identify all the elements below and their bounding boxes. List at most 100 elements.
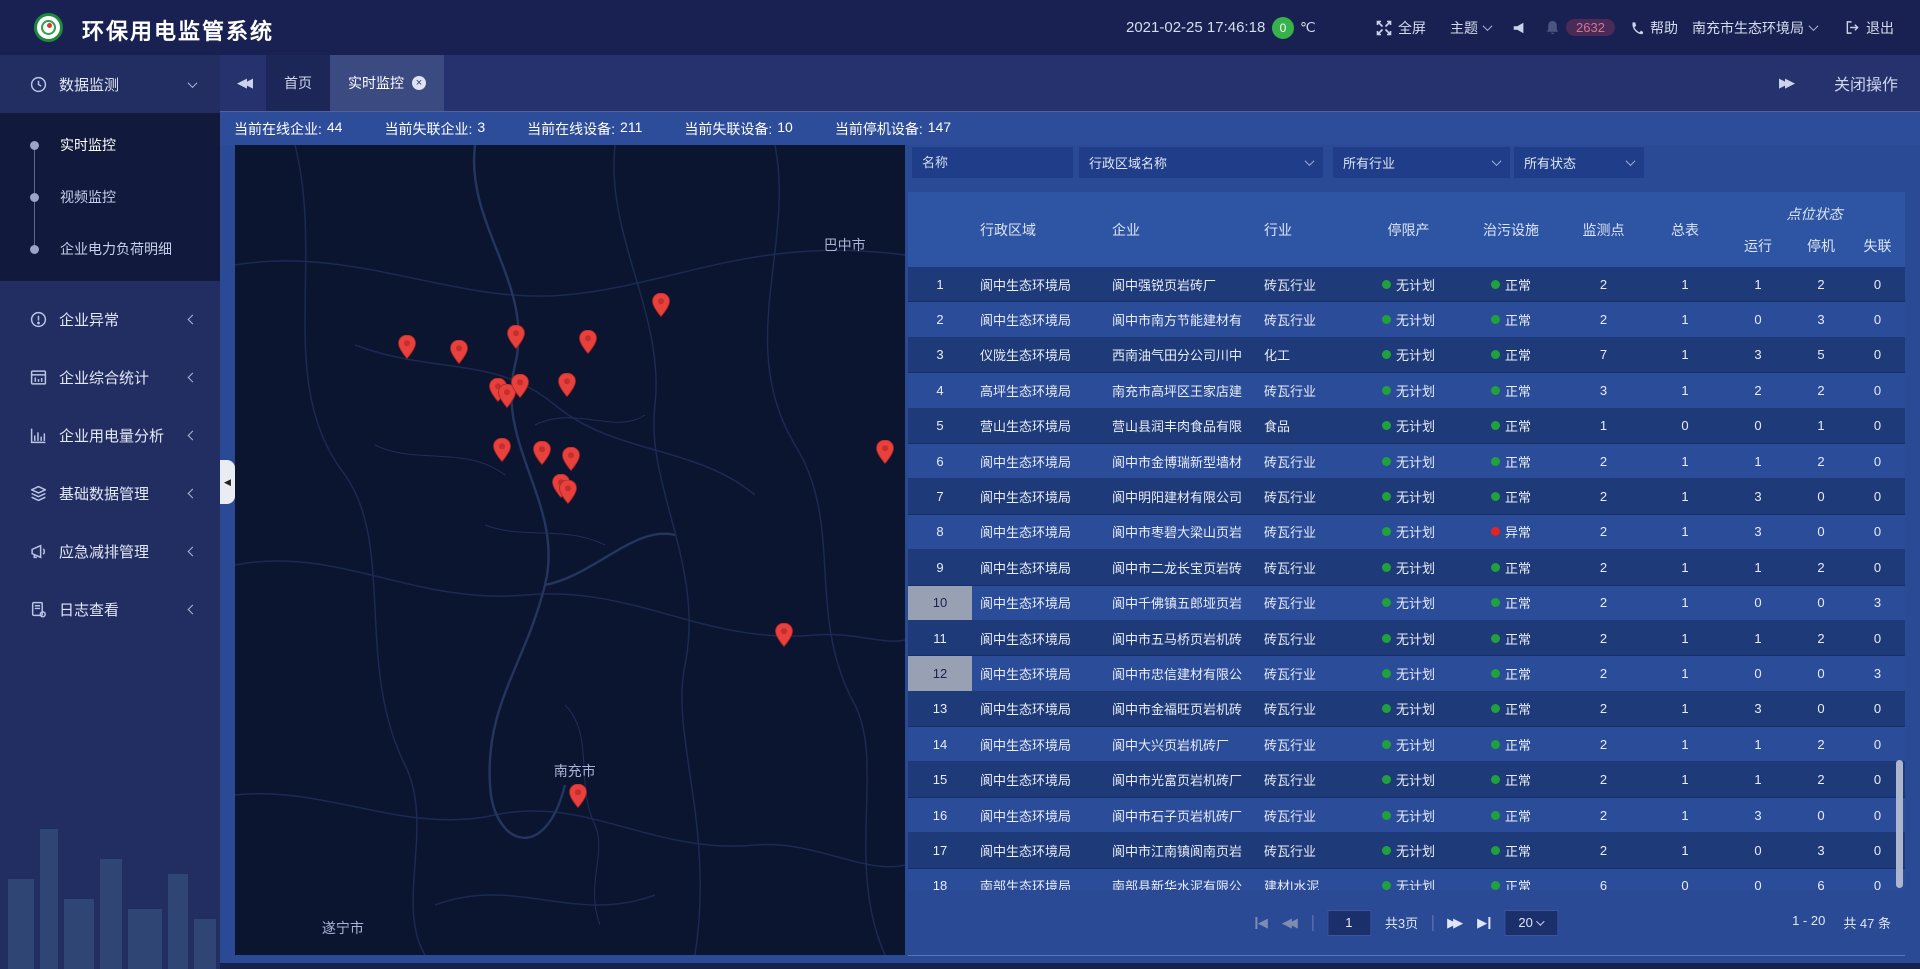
- cell-stop: 0: [1792, 586, 1850, 620]
- table-row[interactable]: 1阆中生态环境局阆中强锐页岩砖厂砖瓦行业无计划正常21120: [908, 267, 1905, 302]
- temperature-unit: ℃: [1300, 19, 1316, 36]
- table-row[interactable]: 9阆中生态环境局阆中市二龙长宝页岩砖砖瓦行业无计划正常21120: [908, 550, 1905, 585]
- limit-status: 无计划: [1356, 444, 1461, 478]
- sidebar-group-base-data[interactable]: 基础数据管理: [0, 464, 220, 522]
- industry-select[interactable]: 所有行业: [1333, 147, 1510, 178]
- last-page-button[interactable]: ▶: [1477, 915, 1490, 931]
- prev-page-button[interactable]: ◀◀: [1282, 915, 1298, 931]
- theme-menu-button[interactable]: 主题: [1450, 0, 1491, 55]
- row-index: 9: [908, 550, 972, 584]
- row-index: 16: [908, 798, 972, 832]
- cell-company: 阆中市五马桥页岩机砖: [1104, 621, 1256, 655]
- name-search-field[interactable]: [912, 147, 1073, 178]
- sidebar-item-label: 企业电力负荷明细: [60, 239, 172, 259]
- cell-company: 阆中强锐页岩砖厂: [1104, 267, 1256, 301]
- cell-region: 营山生态环境局: [972, 409, 1104, 443]
- table-row[interactable]: 5营山生态环境局营山县润丰肉食品有限食品无计划正常10010: [908, 409, 1905, 444]
- cell-lost: 0: [1850, 302, 1905, 336]
- column-header-limit: 停限产: [1356, 192, 1461, 267]
- page-size-select[interactable]: 20: [1504, 910, 1558, 936]
- cell-run: 0: [1724, 302, 1792, 336]
- cell-stop: 2: [1792, 762, 1850, 796]
- sidebar-item-video-monitor[interactable]: 视频监控: [0, 171, 220, 223]
- help-button[interactable]: 帮助: [1630, 0, 1678, 55]
- cell-run: 1: [1724, 621, 1792, 655]
- next-page-button[interactable]: ▶▶: [1447, 915, 1463, 931]
- tab-realtime-monitor[interactable]: 实时监控 ×: [330, 55, 444, 111]
- table-row[interactable]: 6阆中生态环境局阆中市金博瑞新型墙材砖瓦行业无计划正常21120: [908, 444, 1905, 479]
- table-row[interactable]: 17阆中生态环境局阆中市江南镇阆南页岩砖瓦行业无计划正常21030: [908, 833, 1905, 868]
- table-row[interactable]: 10阆中生态环境局阆中千佛镇五郎垭页岩砖瓦行业无计划正常21003: [908, 586, 1905, 621]
- cell-company: 阆中市金福旺页岩机砖: [1104, 692, 1256, 726]
- sidebar-group-enterprise-stats[interactable]: 企业综合统计: [0, 348, 220, 406]
- cell-lost: 0: [1850, 692, 1905, 726]
- close-operations-button[interactable]: 关闭操作: [1834, 71, 1898, 95]
- sidebar-group-label: 企业综合统计: [59, 367, 149, 388]
- table-row[interactable]: 14阆中生态环境局阆中大兴页岩机砖厂砖瓦行业无计划正常21120: [908, 727, 1905, 762]
- cell-industry: 砖瓦行业: [1256, 515, 1356, 549]
- limit-status: 无计划: [1356, 656, 1461, 690]
- org-menu-button[interactable]: 南充市生态环境局: [1692, 0, 1817, 55]
- mute-button[interactable]: [1512, 0, 1526, 55]
- row-index: 18: [908, 869, 972, 890]
- table-row[interactable]: 4高坪生态环境局南充市高坪区王家店建砖瓦行业无计划正常31220: [908, 373, 1905, 408]
- cell-stop: 3: [1792, 833, 1850, 867]
- facility-status: 正常: [1461, 373, 1561, 407]
- tab-bar: ◀◀ 首页 实时监控 × ▶▶ 关闭操作: [220, 55, 1920, 112]
- page-number-input[interactable]: [1327, 910, 1371, 936]
- map-canvas[interactable]: 巴中市南充市遂宁市: [235, 145, 905, 955]
- tab-label: 首页: [284, 73, 312, 93]
- sidebar-group-enterprise-abnormal[interactable]: 企业异常: [0, 290, 220, 348]
- table-row[interactable]: 2阆中生态环境局阆中市南方节能建材有砖瓦行业无计划正常21030: [908, 302, 1905, 337]
- cell-lost: 0: [1850, 550, 1905, 584]
- status-dot-icon: [1382, 634, 1391, 643]
- tabs-scroll-left-button[interactable]: ◀◀: [220, 55, 266, 111]
- sidebar-group-power-analysis[interactable]: 企业用电量分析: [0, 406, 220, 464]
- cell-industry: 砖瓦行业: [1256, 762, 1356, 796]
- status-dot-icon: [1382, 386, 1391, 395]
- cell-lost: 0: [1850, 621, 1905, 655]
- region-select[interactable]: 行政区域名称: [1079, 147, 1323, 178]
- right-panel: 行政区域名称 所有行业 所有状态 行政区域 企业 行业 停限产 治污设施 监测点…: [908, 145, 1905, 956]
- speaker-icon: [1512, 21, 1526, 35]
- table-row[interactable]: 3仪陇生态环境局西南油气田分公司川中化工无计划正常71350: [908, 338, 1905, 373]
- table-row[interactable]: 8阆中生态环境局阆中市枣碧大梁山页岩砖瓦行业无计划异常21300: [908, 515, 1905, 550]
- name-search-input[interactable]: [922, 155, 1063, 170]
- status-dot-icon: [1491, 280, 1500, 289]
- table-row[interactable]: 18南部生态环境局南部县新华水泥有限公建材|水泥无计划正常60060: [908, 869, 1905, 890]
- table-row[interactable]: 7阆中生态环境局阆中明阳建材有限公司砖瓦行业无计划正常21300: [908, 479, 1905, 514]
- sidebar-group-data-monitor[interactable]: 数据监测: [0, 55, 220, 113]
- table-body: 1阆中生态环境局阆中强锐页岩砖厂砖瓦行业无计划正常211202阆中生态环境局阆中…: [908, 267, 1905, 890]
- cell-region: 阆中生态环境局: [972, 444, 1104, 478]
- sidebar-group-logs[interactable]: 日志查看: [0, 580, 220, 638]
- cell-industry: 化工: [1256, 338, 1356, 372]
- notifications-button[interactable]: 2632: [1545, 0, 1615, 55]
- sidebar-item-realtime-monitor[interactable]: 实时监控: [0, 119, 220, 171]
- cell-run: 3: [1724, 338, 1792, 372]
- fullscreen-button[interactable]: 全屏: [1376, 0, 1426, 55]
- cell-points: 1: [1561, 409, 1646, 443]
- limit-status: 无计划: [1356, 762, 1461, 796]
- tabs-scroll-right-button[interactable]: ▶▶: [1762, 75, 1808, 91]
- first-page-button[interactable]: ◀: [1255, 915, 1268, 931]
- sidebar-group-emergency[interactable]: 应急减排管理: [0, 522, 220, 580]
- table-row[interactable]: 12阆中生态环境局阆中市忠信建材有限公砖瓦行业无计划正常21003: [908, 656, 1905, 691]
- table-row[interactable]: 13阆中生态环境局阆中市金福旺页岩机砖砖瓦行业无计划正常21300: [908, 692, 1905, 727]
- column-header-index: [908, 192, 972, 267]
- sidebar-item-power-load-detail[interactable]: 企业电力负荷明细: [0, 223, 220, 275]
- table-row[interactable]: 15阆中生态环境局阆中市光富页岩机砖厂砖瓦行业无计划正常21120: [908, 762, 1905, 797]
- table-scrollbar-thumb[interactable]: [1896, 760, 1903, 888]
- sidebar-collapse-handle[interactable]: ◀: [220, 460, 235, 504]
- tab-home[interactable]: 首页: [266, 55, 330, 111]
- column-group-point-status: 点位状态 运行 停机 失联: [1724, 192, 1905, 267]
- status-select[interactable]: 所有状态: [1514, 147, 1644, 178]
- table-row[interactable]: 11阆中生态环境局阆中市五马桥页岩机砖砖瓦行业无计划正常21120: [908, 621, 1905, 656]
- cell-lost: 0: [1850, 444, 1905, 478]
- cell-industry: 砖瓦行业: [1256, 833, 1356, 867]
- app-logo-icon: [34, 13, 63, 42]
- cell-points: 2: [1561, 515, 1646, 549]
- tab-close-icon[interactable]: ×: [412, 76, 426, 90]
- logout-button[interactable]: 退出: [1845, 0, 1894, 55]
- pagination-bar: ◀ ◀◀ 共3页 ▶▶ ▶ 20 1 - 20 共 47 条: [908, 890, 1905, 956]
- table-row[interactable]: 16阆中生态环境局阆中市石子页岩机砖厂砖瓦行业无计划正常21300: [908, 798, 1905, 833]
